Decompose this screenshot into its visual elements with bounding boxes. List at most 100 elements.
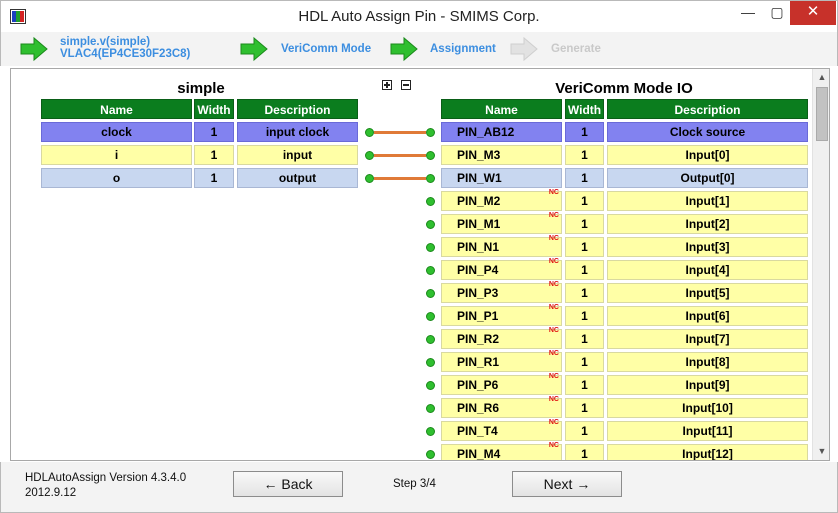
io-pin-name[interactable]: PIN_M2 NC xyxy=(441,189,562,211)
io-pin-width[interactable]: 1 xyxy=(565,122,604,142)
module-port-connector-icon[interactable] xyxy=(365,174,374,183)
module-header-width[interactable]: Width xyxy=(194,99,234,119)
pin-connection-wire[interactable] xyxy=(374,154,426,157)
collapse-all-icon[interactable] xyxy=(401,80,411,90)
io-header-description[interactable]: Description xyxy=(607,99,808,119)
io-pin-description[interactable]: Input[8] xyxy=(607,352,808,372)
io-header-name[interactable]: Name xyxy=(441,99,562,119)
green-arrow-icon xyxy=(240,36,268,62)
back-button[interactable]: ← Back xyxy=(233,471,343,497)
io-pin-name[interactable]: PIN_W1 xyxy=(441,168,562,188)
io-pin-connector-icon[interactable] xyxy=(426,335,435,344)
io-pin-description[interactable]: Output[0] xyxy=(607,168,808,188)
next-button[interactable]: Next → xyxy=(512,471,622,497)
io-pin-connector-icon[interactable] xyxy=(426,174,435,183)
io-pin-description[interactable]: Input[10] xyxy=(607,398,808,418)
module-port-width[interactable]: 1 xyxy=(194,168,234,188)
scroll-thumb[interactable] xyxy=(816,87,828,141)
io-pin-name[interactable]: PIN_R2 NC xyxy=(441,327,562,349)
io-pin-description[interactable]: Input[12] xyxy=(607,444,808,460)
expand-all-icon[interactable] xyxy=(382,80,392,90)
io-pin-connector-icon[interactable] xyxy=(426,266,435,275)
io-pin-connector-icon[interactable] xyxy=(426,450,435,459)
io-pin-width[interactable]: 1 xyxy=(565,260,604,280)
io-pin-name[interactable]: PIN_P4 NC xyxy=(441,258,562,280)
io-pin-width[interactable]: 1 xyxy=(565,283,604,303)
module-header-name[interactable]: Name xyxy=(41,99,192,119)
io-pin-width[interactable]: 1 xyxy=(565,191,604,211)
maximize-button[interactable]: ▢ xyxy=(763,1,791,25)
not-connected-badge: NC xyxy=(548,212,559,219)
module-port-width[interactable]: 1 xyxy=(194,122,234,142)
io-pin-name[interactable]: PIN_P3 NC xyxy=(441,281,562,303)
io-pin-width[interactable]: 1 xyxy=(565,214,604,234)
pin-connection-wire[interactable] xyxy=(374,177,426,180)
io-pin-width[interactable]: 1 xyxy=(565,329,604,349)
io-pin-description[interactable]: Input[1] xyxy=(607,191,808,211)
io-pin-connector-icon[interactable] xyxy=(426,220,435,229)
scroll-down-icon[interactable]: ▼ xyxy=(813,443,829,460)
io-header-width[interactable]: Width xyxy=(565,99,604,119)
io-pin-name[interactable]: PIN_T4 NC xyxy=(441,419,562,441)
gray-arrow-icon xyxy=(510,36,538,62)
io-pin-width[interactable]: 1 xyxy=(565,168,604,188)
module-port-description[interactable]: input clock xyxy=(237,122,358,142)
io-pin-description[interactable]: Input[3] xyxy=(607,237,808,257)
module-port-width[interactable]: 1 xyxy=(194,145,234,165)
io-pin-connector-icon[interactable] xyxy=(426,312,435,321)
step-generate-label: Generate xyxy=(551,43,601,55)
module-header-description[interactable]: Description xyxy=(237,99,358,119)
not-connected-badge: NC xyxy=(548,419,559,426)
io-pin-name[interactable]: PIN_M3 xyxy=(441,145,562,165)
module-port-description[interactable]: input xyxy=(237,145,358,165)
module-port-name[interactable]: clock xyxy=(41,122,192,142)
io-pin-name[interactable]: PIN_N1 NC xyxy=(441,235,562,257)
io-pin-name[interactable]: PIN_M4 NC xyxy=(441,442,562,460)
green-arrow-icon xyxy=(20,36,48,62)
io-pin-connector-icon[interactable] xyxy=(426,128,435,137)
module-port-name[interactable]: o xyxy=(41,168,192,188)
io-pin-description[interactable]: Input[7] xyxy=(607,329,808,349)
io-pin-description[interactable]: Input[0] xyxy=(607,145,808,165)
not-connected-badge: NC xyxy=(548,235,559,242)
io-pin-connector-icon[interactable] xyxy=(426,197,435,206)
io-pin-description[interactable]: Clock source xyxy=(607,122,808,142)
vertical-scrollbar[interactable]: ▲ ▼ xyxy=(812,69,829,460)
io-pin-width[interactable]: 1 xyxy=(565,352,604,372)
io-pin-width[interactable]: 1 xyxy=(565,237,604,257)
io-pin-description[interactable]: Input[2] xyxy=(607,214,808,234)
io-pin-description[interactable]: Input[5] xyxy=(607,283,808,303)
module-port-connector-icon[interactable] xyxy=(365,128,374,137)
io-pin-name[interactable]: PIN_M1 NC xyxy=(441,212,562,234)
io-pin-description[interactable]: Input[6] xyxy=(607,306,808,326)
io-pin-connector-icon[interactable] xyxy=(426,381,435,390)
io-pin-width[interactable]: 1 xyxy=(565,444,604,460)
io-pin-width[interactable]: 1 xyxy=(565,421,604,441)
io-pin-name[interactable]: PIN_P6 NC xyxy=(441,373,562,395)
minimize-button[interactable]: — xyxy=(734,1,762,25)
module-port-name[interactable]: i xyxy=(41,145,192,165)
io-pin-name[interactable]: PIN_R1 NC xyxy=(441,350,562,372)
io-pin-connector-icon[interactable] xyxy=(426,151,435,160)
io-pin-connector-icon[interactable] xyxy=(426,427,435,436)
io-pin-name[interactable]: PIN_AB12 xyxy=(441,122,562,142)
io-pin-description[interactable]: Input[9] xyxy=(607,375,808,395)
io-pin-width[interactable]: 1 xyxy=(565,306,604,326)
io-pin-connector-icon[interactable] xyxy=(426,289,435,298)
io-pin-name[interactable]: PIN_R6 NC xyxy=(441,396,562,418)
io-pin-description[interactable]: Input[11] xyxy=(607,421,808,441)
io-pin-width[interactable]: 1 xyxy=(565,398,604,418)
not-connected-badge: NC xyxy=(548,281,559,288)
scroll-up-icon[interactable]: ▲ xyxy=(813,69,829,86)
io-pin-connector-icon[interactable] xyxy=(426,404,435,413)
io-pin-description[interactable]: Input[4] xyxy=(607,260,808,280)
io-pin-connector-icon[interactable] xyxy=(426,358,435,367)
module-port-description[interactable]: output xyxy=(237,168,358,188)
module-port-connector-icon[interactable] xyxy=(365,151,374,160)
pin-connection-wire[interactable] xyxy=(374,131,426,134)
io-pin-name[interactable]: PIN_P1 NC xyxy=(441,304,562,326)
io-pin-connector-icon[interactable] xyxy=(426,243,435,252)
io-pin-width[interactable]: 1 xyxy=(565,375,604,395)
close-button[interactable]: ✕ xyxy=(790,1,836,25)
io-pin-width[interactable]: 1 xyxy=(565,145,604,165)
